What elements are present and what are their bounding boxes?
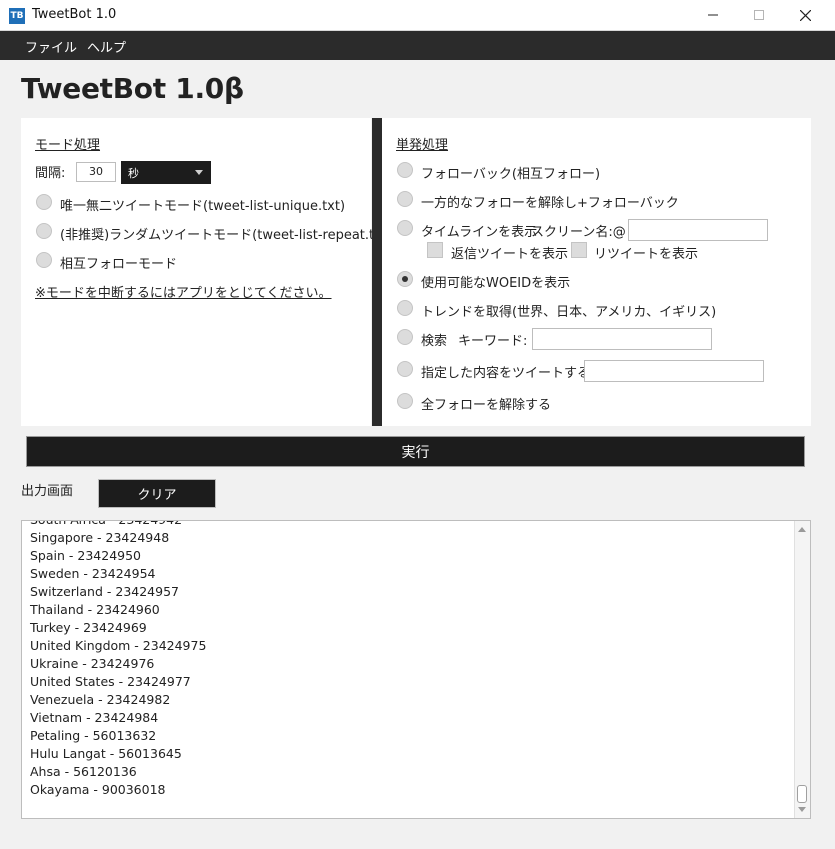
screen-name-label: スクリーン名:@ [531, 225, 626, 240]
single-section-title: 単発処理 [396, 138, 449, 153]
output-scrollbar[interactable] [794, 521, 810, 818]
close-icon [799, 9, 811, 21]
interval-input[interactable]: 30 [76, 162, 116, 182]
radio-unfollow-all[interactable] [397, 393, 413, 409]
output-line: Vietnam - 23424984 [30, 710, 159, 725]
search-label: 検索 [421, 334, 448, 349]
single-action-panel: 単発処理 フォローバック(相互フォロー) 一方的なフォローを解除し+フォローバッ… [382, 118, 811, 426]
title-bar[interactable]: TB TweetBot 1.0 [0, 0, 835, 31]
radio-random-mode[interactable] [36, 223, 52, 239]
scroll-down-icon[interactable] [798, 807, 806, 812]
woeid-label: 使用可能なWOEIDを表示 [421, 276, 571, 291]
output-textarea[interactable]: South Africa - 23424942Singapore - 23424… [21, 520, 811, 819]
keyword-input[interactable] [532, 328, 712, 350]
output-lines: South Africa - 23424942Singapore - 23424… [30, 521, 207, 799]
scroll-thumb[interactable] [797, 785, 807, 803]
window-title: TweetBot 1.0 [32, 7, 117, 22]
retweet-checkbox[interactable] [571, 242, 587, 258]
radio-trend[interactable] [397, 300, 413, 316]
output-line: United States - 23424977 [30, 674, 191, 689]
maximize-button[interactable] [736, 0, 782, 30]
retweet-checkbox-label: リツイートを表示 [594, 247, 699, 262]
output-line: Ukraine - 23424976 [30, 656, 155, 671]
close-button[interactable] [782, 0, 828, 30]
output-line: Venezuela - 23424982 [30, 692, 171, 707]
output-line: Switzerland - 23424957 [30, 584, 179, 599]
interval-unit-value: 秒 [128, 167, 139, 180]
app-window: TB TweetBot 1.0 ファイル ヘルプ TweetBot 1.0β モ… [0, 0, 835, 849]
run-button[interactable]: 実行 [26, 436, 805, 467]
random-mode-label: (非推奨)ランダムツイートモード(tweet-list-repeat.txt) [60, 228, 392, 243]
screen-name-input[interactable] [628, 219, 768, 241]
output-line: Sweden - 23424954 [30, 566, 156, 581]
tweet-label: 指定した内容をツイートする [421, 366, 591, 381]
radio-followback[interactable] [397, 162, 413, 178]
minimize-icon [708, 14, 718, 16]
mode-note: ※モードを中断するにはアプリをとじてください。 [35, 286, 332, 301]
menu-help[interactable]: ヘルプ [87, 37, 126, 56]
trend-label: トレンドを取得(世界、日本、アメリカ、イギリス) [421, 305, 717, 320]
reply-checkbox-label: 返信ツイートを表示 [451, 247, 569, 262]
radio-timeline[interactable] [397, 220, 413, 236]
timeline-label: タイムラインを表示 [421, 225, 538, 240]
radio-search[interactable] [397, 329, 413, 345]
clear-button[interactable]: クリア [98, 479, 216, 508]
radio-mutual-follow-mode[interactable] [36, 252, 52, 268]
unfollow-followback-label: 一方的なフォローを解除し+フォローバック [421, 196, 679, 211]
output-line: Turkey - 23424969 [30, 620, 147, 635]
menu-file[interactable]: ファイル [25, 37, 77, 56]
mutual-follow-mode-label: 相互フォローモード [60, 257, 178, 272]
mode-section-title: モード処理 [35, 138, 101, 153]
unfollow-all-label: 全フォローを解除する [421, 398, 552, 413]
output-line: Petaling - 56013632 [30, 728, 157, 743]
chevron-down-icon [195, 170, 203, 175]
scroll-up-icon[interactable] [798, 527, 806, 532]
reply-checkbox[interactable] [427, 242, 443, 258]
radio-unique-mode[interactable] [36, 194, 52, 210]
maximize-icon [754, 10, 764, 20]
page-title: TweetBot 1.0β [21, 72, 244, 105]
keyword-label: キーワード: [458, 334, 528, 349]
output-line: United Kingdom - 23424975 [30, 638, 207, 653]
output-line: Okayama - 90036018 [30, 782, 166, 797]
radio-tweet[interactable] [397, 361, 413, 377]
app-logo-icon: TB [9, 8, 25, 24]
panel-divider [372, 118, 382, 426]
output-line: Ahsa - 56120136 [30, 764, 137, 779]
output-line: Hulu Langat - 56013645 [30, 746, 182, 761]
radio-woeid[interactable] [397, 271, 413, 287]
interval-unit-select[interactable]: 秒 [121, 161, 211, 184]
minimize-button[interactable] [690, 0, 736, 30]
menu-bar: ファイル ヘルプ [0, 31, 835, 60]
followback-label: フォローバック(相互フォロー) [421, 167, 601, 182]
output-label: 出力画面 [21, 484, 74, 499]
radio-unfollow-followback[interactable] [397, 191, 413, 207]
output-line: Thailand - 23424960 [30, 602, 160, 617]
output-line: Spain - 23424950 [30, 548, 142, 563]
output-line: Singapore - 23424948 [30, 530, 170, 545]
interval-label: 間隔: [35, 166, 66, 181]
unique-mode-label: 唯一無二ツイートモード(tweet-list-unique.txt) [60, 199, 346, 214]
tweet-input[interactable] [584, 360, 764, 382]
output-line: South Africa - 23424942 [30, 521, 206, 529]
